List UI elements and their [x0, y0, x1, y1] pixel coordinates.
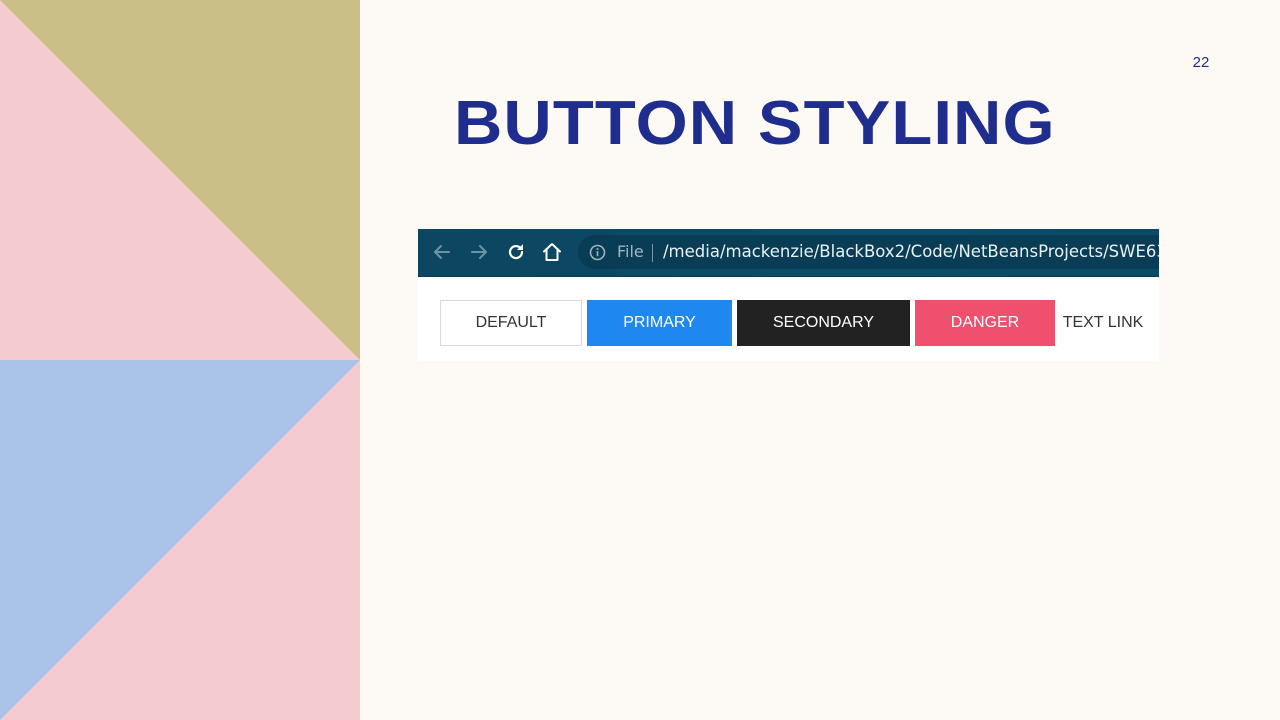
- default-button[interactable]: DEFAULT: [440, 300, 582, 346]
- address-separator: [652, 244, 653, 262]
- primary-button[interactable]: PRIMARY: [587, 300, 732, 346]
- forward-button[interactable]: [467, 240, 491, 264]
- file-scheme-label: File: [617, 242, 644, 261]
- danger-button[interactable]: DANGER: [915, 300, 1055, 346]
- slide-number: 22: [1192, 54, 1210, 71]
- decorative-triangles: [0, 0, 360, 720]
- reload-button[interactable]: [504, 240, 528, 264]
- url-text[interactable]: /media/mackenzie/BlackBox2/Code/NetBeans…: [663, 242, 1159, 262]
- secondary-button[interactable]: SECONDARY: [737, 300, 910, 346]
- forward-arrow-icon: [471, 245, 487, 259]
- home-icon: [543, 243, 561, 261]
- address-bar[interactable]: File /media/mackenzie/BlackBox2/Code/Net…: [578, 235, 1159, 269]
- home-button[interactable]: [540, 240, 564, 264]
- text-link-button[interactable]: TEXT LINK: [1058, 300, 1148, 346]
- info-icon[interactable]: [589, 244, 606, 261]
- slide-title: BUTTON STYLING: [454, 89, 1056, 158]
- browser-screenshot: File /media/mackenzie/BlackBox2/Code/Net…: [418, 229, 1159, 361]
- browser-toolbar: File /media/mackenzie/BlackBox2/Code/Net…: [418, 229, 1159, 277]
- back-arrow-icon: [434, 245, 450, 259]
- back-button[interactable]: [430, 240, 454, 264]
- reload-icon: [508, 244, 524, 260]
